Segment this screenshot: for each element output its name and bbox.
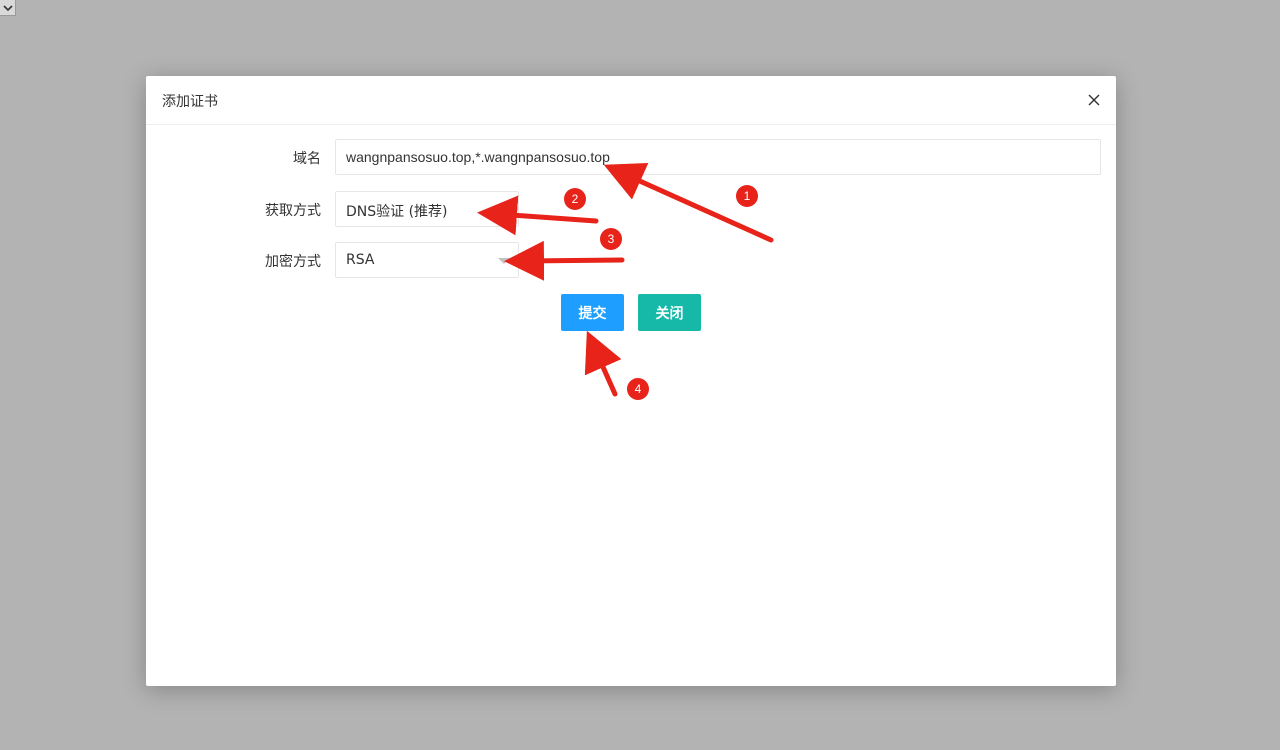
domain-row: 域名 (146, 139, 1116, 175)
add-certificate-dialog: 添加证书 域名 获取方式 DNS验证 (推荐) 加密方式 RSA 提交 关闭 (146, 76, 1116, 686)
method-label: 获取方式 (265, 203, 321, 219)
method-select[interactable]: DNS验证 (推荐) (335, 191, 519, 227)
domain-input[interactable] (335, 139, 1101, 175)
method-row: 获取方式 DNS验证 (推荐) (146, 191, 1116, 227)
encryption-row: 加密方式 RSA (146, 242, 1116, 278)
submit-button[interactable]: 提交 (561, 294, 624, 331)
domain-label: 域名 (293, 151, 321, 167)
encryption-label: 加密方式 (265, 254, 321, 270)
caret-down-icon (498, 258, 510, 264)
encryption-select[interactable]: RSA (335, 242, 519, 278)
dialog-title: 添加证书 (162, 94, 218, 110)
encryption-select-value: RSA (346, 252, 375, 268)
method-select-value: DNS验证 (推荐) (346, 204, 448, 220)
collapse-toggle[interactable] (0, 0, 16, 16)
close-button[interactable]: 关闭 (638, 294, 701, 331)
chevron-down-icon (2, 4, 13, 11)
close-icon[interactable] (1086, 92, 1102, 108)
dialog-header: 添加证书 (146, 76, 1116, 125)
